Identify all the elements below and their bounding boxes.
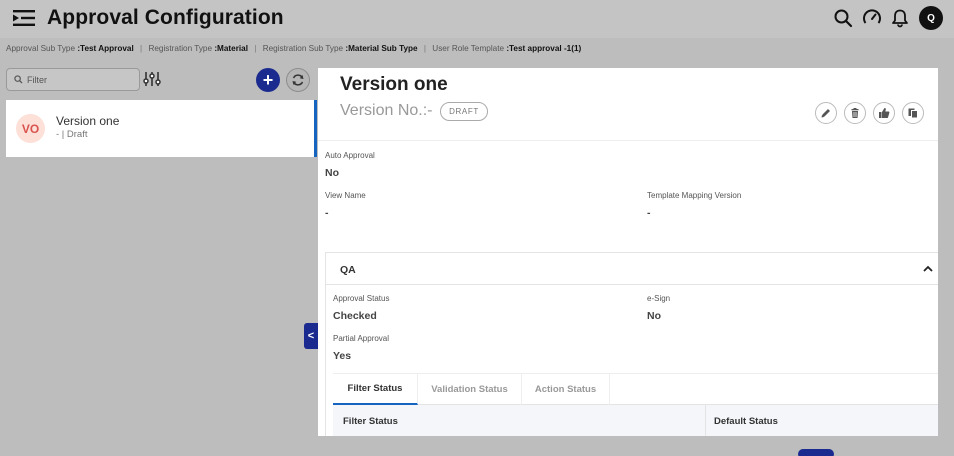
breadcrumb-value: :Test approval -1(1) [506,44,582,53]
collapse-panel-button[interactable]: < [304,323,318,349]
view-name-label: View Name [325,191,366,200]
search-icon [14,75,23,84]
copy-button[interactable] [902,102,924,124]
edit-button[interactable] [815,102,837,124]
breadcrumb-label: Approval Sub Type [6,44,76,53]
version-avatar: VO [16,114,45,143]
filter-input[interactable] [27,72,135,87]
view-name-value: - [325,207,329,219]
page-title: Approval Configuration [47,6,284,29]
thumbs-up-icon [879,108,890,118]
breadcrumb-label: Registration Sub Type [262,44,344,53]
divider [318,140,938,141]
breadcrumb-value: :Material Sub Type [345,44,418,53]
speedometer-icon[interactable] [862,8,882,28]
app-header: Approval Configuration Q [0,0,954,38]
version-subtitle: - | Draft [56,129,88,140]
column-header-filter-status: Filter Status [343,416,398,427]
column-header-default-status: Default Status [714,416,778,427]
bell-icon[interactable] [890,8,910,28]
version-title: Version one [56,114,120,128]
approve-button[interactable] [873,102,895,124]
version-number-label: Version No.:- [340,102,433,119]
breadcrumb-label: Registration Type [148,44,213,53]
breadcrumb-value: :Material [214,44,248,53]
breadcrumb-value: :Test Approval [77,44,134,53]
template-mapping-version-value: - [647,207,651,219]
copy-icon [908,108,918,119]
partial-approval-value: Yes [333,350,352,362]
qa-section-header[interactable]: QA [326,253,938,285]
auto-approval-label: Auto Approval [325,151,375,160]
qa-section: QA Approval Status Checked e-Sign No Par… [325,252,938,436]
version-detail-panel: Version one Version No.:- DRAFT Auto App… [318,68,938,436]
detail-title: Version one [340,74,448,95]
plus-icon: + [262,70,274,90]
tab-validation-status[interactable]: Validation Status [418,374,522,405]
partial-approval-label: Partial Approval [333,334,390,343]
breadcrumb-separator: | [254,44,257,53]
refresh-icon [292,74,304,86]
status-tabs: Filter Status Validation Status Action S… [333,373,938,405]
column-divider [705,405,706,436]
auto-approval-value: No [325,167,339,179]
tab-filter-status[interactable]: Filter Status [333,374,418,405]
add-version-button[interactable]: + [256,68,280,92]
user-avatar[interactable]: Q [919,6,943,30]
sidebar-toggle-icon[interactable] [12,8,36,28]
search-icon[interactable] [833,8,853,28]
default-status-toggle[interactable] [798,449,834,456]
breadcrumb-label: User Role Template [432,44,505,53]
chevron-up-icon[interactable] [922,263,934,275]
esign-value: No [647,310,661,322]
status-badge: DRAFT [440,102,488,121]
version-list-item[interactable]: VO Version one - | Draft [6,100,317,157]
approval-status-label: Approval Status [333,294,390,303]
template-mapping-version-label: Template Mapping Version [647,191,742,200]
qa-section-title: QA [340,264,356,276]
refresh-button[interactable] [286,68,310,92]
filter-field[interactable] [6,68,140,91]
edit-icon [821,109,830,118]
table-header: Filter Status Default Status [333,405,938,436]
delete-icon [851,108,859,118]
breadcrumb: Approval Sub Type :Test Approval | Regis… [6,44,581,53]
breadcrumb-separator: | [423,44,426,53]
tab-action-status[interactable]: Action Status [522,374,610,405]
delete-button[interactable] [844,102,866,124]
esign-label: e-Sign [647,294,671,303]
approval-status-value: Checked [333,310,377,322]
filter-sliders-icon[interactable] [143,70,161,88]
breadcrumb-separator: | [140,44,143,53]
